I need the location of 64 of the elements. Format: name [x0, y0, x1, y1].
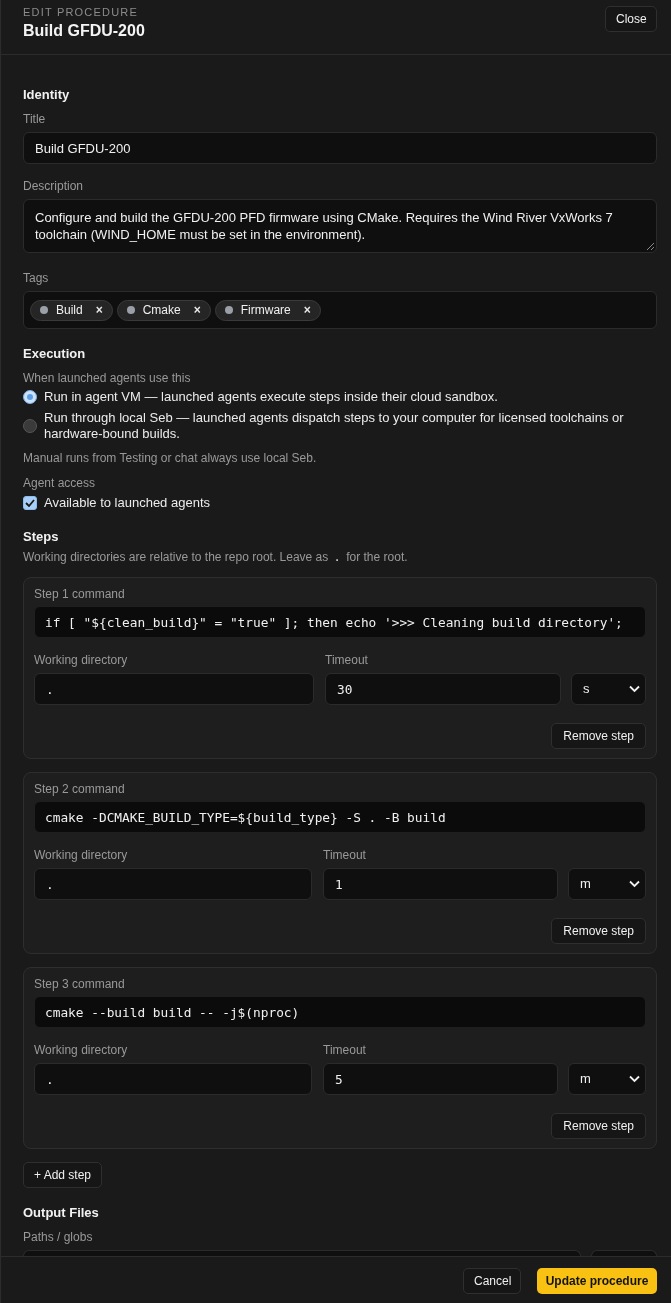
- directory-input[interactable]: .: [34, 868, 312, 900]
- section-heading: Execution: [23, 346, 87, 362]
- remove-step-button[interactable]: Remove step: [551, 723, 646, 749]
- field-label: Working directory: [34, 847, 129, 863]
- directory-input[interactable]: .: [34, 673, 314, 705]
- remove-tag-button[interactable]: ×: [193, 304, 201, 316]
- field-label: Agent access: [23, 475, 97, 491]
- add-step-button[interactable]: + Add step: [23, 1162, 102, 1188]
- field-label: Timeout: [325, 652, 369, 668]
- directory-input[interactable]: .: [34, 1063, 312, 1095]
- section-heading: Steps: [23, 529, 60, 545]
- timeout-input[interactable]: 30: [325, 673, 561, 705]
- remove-step-button[interactable]: Remove step: [551, 1113, 646, 1139]
- title-input[interactable]: Build GFDU-200: [23, 132, 657, 164]
- cancel-button[interactable]: Cancel: [463, 1268, 521, 1294]
- section-heading: Identity: [23, 87, 71, 103]
- field-label: Paths / globs: [23, 1229, 94, 1245]
- field-label: Title: [23, 111, 47, 127]
- description-textarea[interactable]: Configure and build the GFDU-200 PFD firmware using CMake. Requires the Wind River VxWorks 7 toolchain (WIND_HOME must be set in the environment).: [23, 199, 657, 253]
- field-label: Working directory: [34, 652, 129, 668]
- field-label: Timeout: [323, 1042, 367, 1058]
- tag-label: Firmware: [240, 302, 291, 319]
- tag-label: Cmake: [142, 302, 181, 319]
- steps-hint: Working directories are relative to the repo root. Leave as . for the root.: [23, 549, 409, 565]
- timeout-input[interactable]: 5: [323, 1063, 558, 1095]
- tags-field[interactable]: Build × Cmake × Firmware ×: [23, 291, 657, 329]
- dot-icon: [40, 306, 48, 314]
- close-button[interactable]: Close: [605, 6, 657, 32]
- dialog-title: Build GFDU-200: [23, 21, 145, 41]
- unit-select[interactable]: m: [568, 1063, 646, 1095]
- remove-tag-button[interactable]: ×: [303, 304, 311, 316]
- radio-label: Run in agent VM — launched agents execute steps inside their cloud sandbox.: [44, 389, 498, 405]
- field-label: Description: [23, 178, 85, 194]
- unit-select[interactable]: s: [571, 673, 646, 705]
- radio-button[interactable]: [23, 419, 37, 433]
- field-label: Step 2 command: [34, 781, 126, 797]
- field-label: Timeout: [323, 847, 367, 863]
- dialog-eyebrow: EDIT PROCEDURE: [23, 5, 139, 19]
- section-heading: Output Files: [23, 1205, 100, 1221]
- dot-icon: [126, 306, 135, 314]
- remove-tag-button[interactable]: ×: [95, 304, 103, 316]
- field-label: Working directory: [34, 1042, 129, 1058]
- remove-step-button[interactable]: Remove step: [551, 918, 646, 944]
- checkbox-label: Available to launched agents: [44, 495, 210, 511]
- field-label: Step 1 command: [34, 586, 126, 602]
- resize-grip-icon: [647, 243, 654, 250]
- timeout-input[interactable]: 1: [323, 868, 558, 900]
- note-text: Manual runs from Testing or chat always use local Seb.: [23, 450, 318, 466]
- tag-label: Build: [56, 302, 83, 319]
- field-label: Tags: [23, 270, 50, 286]
- unit-select[interactable]: m: [568, 868, 646, 900]
- field-label: Step 3 command: [34, 976, 126, 992]
- dot-icon: [224, 306, 233, 314]
- field-label: When launched agents use this: [23, 370, 192, 386]
- command-input[interactable]: if [ "${clean_build}" = "true" ]; then echo '>>> Cleaning build directory';: [34, 606, 646, 638]
- chevron-down-icon: [629, 1075, 640, 1083]
- command-input[interactable]: cmake -DCMAKE_BUILD_TYPE=${build_type} -S . -B build: [34, 801, 646, 833]
- command-input[interactable]: cmake --build build -- -j$(nproc): [34, 996, 646, 1028]
- radio-button[interactable]: [23, 390, 37, 404]
- radio-label: Run through local Seb — launched agents dispatch steps to your computer for licensed toolchains or hardware-bound builds.: [44, 410, 625, 442]
- chevron-down-icon: [629, 685, 640, 693]
- update-procedure-button[interactable]: Update procedure: [537, 1268, 657, 1294]
- chevron-down-icon: [629, 880, 640, 888]
- checkbox[interactable]: [23, 496, 37, 510]
